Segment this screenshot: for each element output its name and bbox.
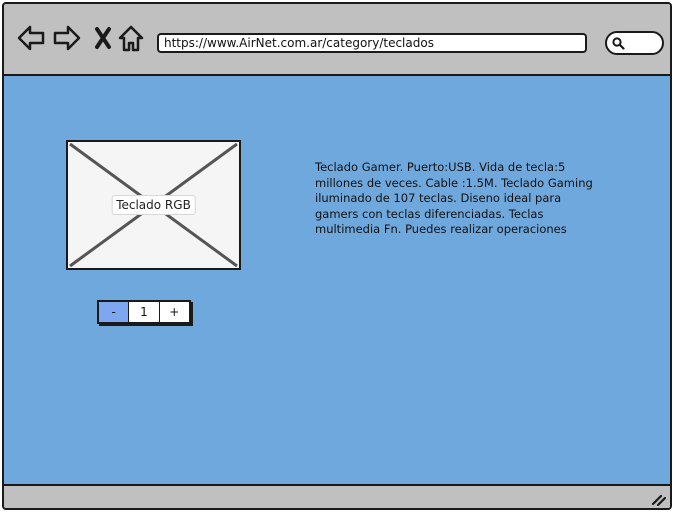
back-arrow-icon[interactable] <box>16 23 46 53</box>
browser-window: https://www.AirNet.com.ar/category/tecla… <box>2 2 672 510</box>
search-icon <box>612 37 625 50</box>
product-description: Teclado Gamer. Puerto:USB. Vida de tecla… <box>315 160 593 236</box>
browser-status-bar <box>4 484 670 508</box>
browser-toolbar: https://www.AirNet.com.ar/category/tecla… <box>4 4 670 76</box>
quantity-stepper: - 1 + <box>97 300 191 324</box>
increment-button[interactable]: + <box>160 302 189 322</box>
quantity-value[interactable]: 1 <box>129 302 160 322</box>
url-input[interactable]: https://www.AirNet.com.ar/category/tecla… <box>157 33 587 53</box>
close-icon[interactable] <box>88 23 118 53</box>
decrement-button[interactable]: - <box>99 302 130 322</box>
home-icon[interactable] <box>116 23 146 53</box>
resize-handle-icon[interactable] <box>650 490 666 506</box>
product-image-label: Teclado RGB <box>111 195 196 215</box>
search-field[interactable] <box>605 31 664 55</box>
product-image-placeholder: Teclado RGB <box>66 140 241 270</box>
forward-arrow-icon[interactable] <box>52 23 82 53</box>
